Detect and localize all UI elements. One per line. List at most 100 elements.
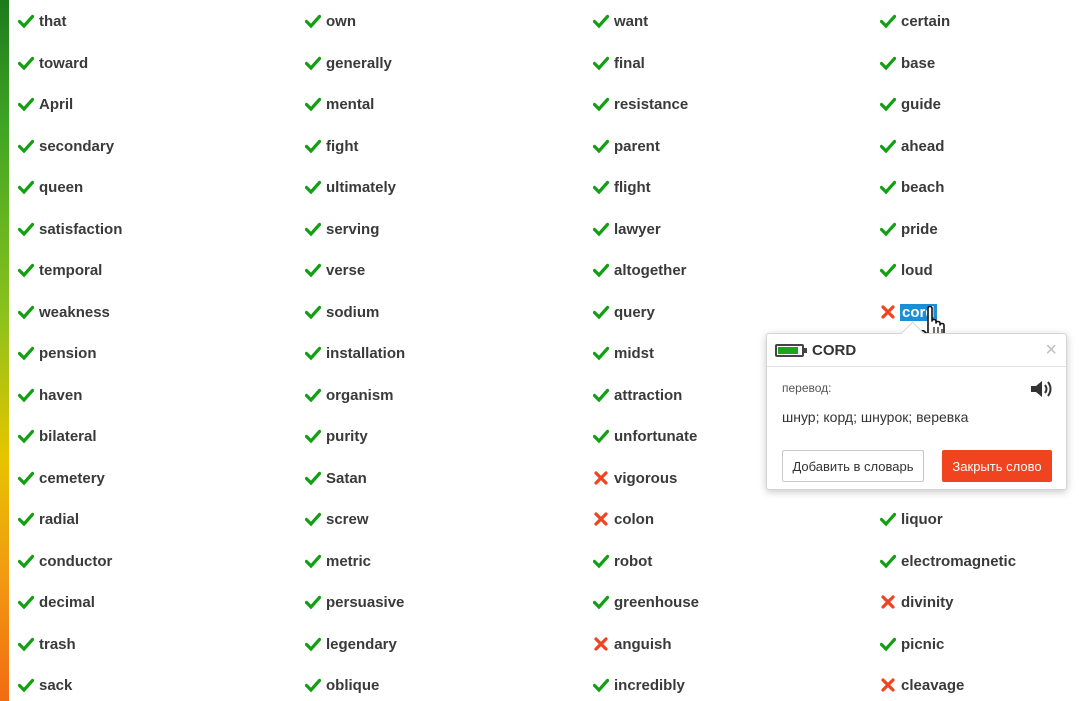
word-item[interactable]: flight (593, 175, 651, 199)
word-item[interactable]: that (18, 9, 67, 33)
close-icon[interactable]: × (1045, 340, 1057, 360)
word-item[interactable]: verse (305, 258, 365, 282)
word-item[interactable]: purity (305, 424, 368, 448)
word-item[interactable]: fight (305, 134, 358, 158)
word-item[interactable]: ultimately (305, 175, 396, 199)
word-text: cemetery (39, 469, 105, 487)
checkmark-icon (305, 55, 321, 71)
word-item[interactable]: Satan (305, 466, 367, 490)
word-text: sack (39, 676, 73, 694)
word-item[interactable]: resistance (593, 92, 688, 116)
word-item[interactable]: organism (305, 383, 394, 407)
speaker-icon[interactable] (1029, 378, 1053, 400)
word-item[interactable]: final (593, 51, 645, 75)
word-item[interactable]: own (305, 9, 356, 33)
word-item[interactable]: parent (593, 134, 660, 158)
word-item[interactable]: altogether (593, 258, 687, 282)
word-text: conductor (39, 552, 113, 570)
word-item[interactable]: serving (305, 217, 379, 241)
checkmark-icon (18, 179, 34, 195)
word-item[interactable]: ahead (880, 134, 944, 158)
checkmark-icon (18, 553, 34, 569)
close-word-button[interactable]: Закрыть слово (942, 450, 1052, 482)
word-text: vigorous (614, 469, 678, 487)
word-text: verse (326, 261, 366, 279)
word-item[interactable]: sodium (305, 300, 379, 324)
word-text: anguish (614, 635, 672, 653)
word-item[interactable]: secondary (18, 134, 114, 158)
word-item[interactable]: legendary (305, 632, 397, 656)
checkmark-icon (880, 262, 896, 278)
word-item[interactable]: radial (18, 507, 79, 531)
word-text: electromagnetic (901, 552, 1017, 570)
word-item[interactable]: midst (593, 341, 654, 365)
word-item[interactable]: cleavage (880, 673, 964, 697)
checkmark-icon (305, 262, 321, 278)
word-item[interactable]: vigorous (593, 466, 677, 490)
word-item[interactable]: lawyer (593, 217, 661, 241)
word-item[interactable]: robot (593, 549, 652, 573)
word-item[interactable]: unfortunate (593, 424, 697, 448)
word-item[interactable]: conductor (18, 549, 112, 573)
word-text: purity (326, 427, 368, 445)
word-item[interactable]: pension (18, 341, 97, 365)
word-item[interactable]: base (880, 51, 935, 75)
word-text: bilateral (39, 427, 97, 445)
word-item[interactable]: loud (880, 258, 933, 282)
add-to-dictionary-button[interactable]: Добавить в словарь (782, 450, 924, 482)
word-text: persuasive (326, 593, 405, 611)
cross-icon (593, 511, 609, 527)
cross-icon (880, 594, 896, 610)
word-item[interactable]: want (593, 9, 648, 33)
word-item[interactable]: beach (880, 175, 944, 199)
word-item[interactable]: picnic (880, 632, 944, 656)
word-item[interactable]: incredibly (593, 673, 685, 697)
word-item[interactable]: cemetery (18, 466, 105, 490)
word-text: resistance (614, 95, 689, 113)
word-text: robot (614, 552, 653, 570)
word-item[interactable]: mental (305, 92, 374, 116)
word-item[interactable]: bilateral (18, 424, 97, 448)
word-item[interactable]: generally (305, 51, 392, 75)
word-item[interactable]: temporal (18, 258, 102, 282)
word-item[interactable]: electromagnetic (880, 549, 1016, 573)
checkmark-icon (593, 345, 609, 361)
word-item[interactable]: haven (18, 383, 82, 407)
word-item[interactable]: installation (305, 341, 405, 365)
word-item[interactable]: certain (880, 9, 950, 33)
word-item[interactable]: screw (305, 507, 369, 531)
checkmark-icon (305, 511, 321, 527)
word-item[interactable]: greenhouse (593, 590, 699, 614)
word-text: lawyer (614, 220, 661, 238)
word-item[interactable]: anguish (593, 632, 672, 656)
word-item[interactable]: satisfaction (18, 217, 122, 241)
word-item[interactable]: oblique (305, 673, 379, 697)
checkmark-icon (305, 677, 321, 693)
translation-text: шнур; корд; шнурок; веревка (782, 409, 969, 425)
progress-level-bar (0, 0, 9, 701)
word-item[interactable]: guide (880, 92, 941, 116)
word-item[interactable]: pride (880, 217, 938, 241)
word-item[interactable]: April (18, 92, 73, 116)
word-item[interactable]: toward (18, 51, 88, 75)
checkmark-icon (18, 636, 34, 652)
word-item[interactable]: trash (18, 632, 76, 656)
word-item[interactable]: liquor (880, 507, 943, 531)
checkmark-icon (305, 594, 321, 610)
word-text: organism (326, 386, 394, 404)
word-item[interactable]: divinity (880, 590, 954, 614)
word-text: flight (614, 178, 651, 196)
word-item[interactable]: attraction (593, 383, 682, 407)
word-item[interactable]: persuasive (305, 590, 404, 614)
cross-icon (593, 636, 609, 652)
word-text: base (901, 54, 936, 72)
word-item[interactable]: queen (18, 175, 83, 199)
word-item[interactable]: query (593, 300, 655, 324)
word-item[interactable]: sack (18, 673, 72, 697)
word-item[interactable]: colon (593, 507, 654, 531)
word-item[interactable]: decimal (18, 590, 95, 614)
word-text: ahead (901, 137, 945, 155)
word-item[interactable]: metric (305, 549, 371, 573)
word-item[interactable]: weakness (18, 300, 110, 324)
word-text: certain (901, 12, 951, 30)
